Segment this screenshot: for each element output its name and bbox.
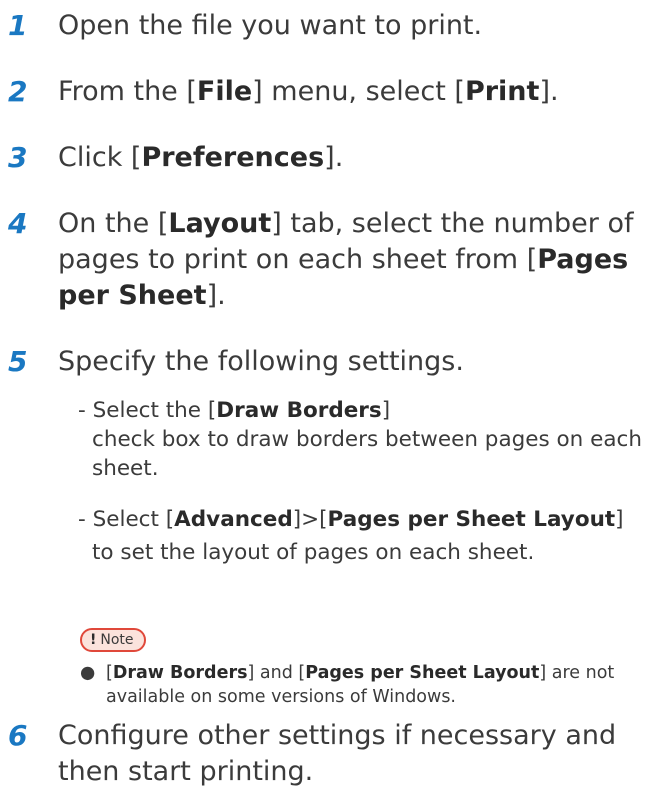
step-text-part: Click [: [58, 142, 142, 173]
substep-line: check box to draw borders between pages …: [92, 427, 642, 481]
step-number: 6: [8, 719, 28, 752]
step-text: Click [Preferences].: [58, 140, 664, 176]
substep-pages-per-sheet-layout: - Select [Advanced]>[Pages per Sheet Lay…: [78, 505, 668, 567]
step-text: Specify the following settings.: [58, 346, 464, 377]
step-text: Configure other settings if necessary an…: [58, 720, 617, 787]
note-text-part: [: [106, 663, 113, 683]
step-text-part: On the [: [58, 208, 169, 239]
setting-name-draw-borders: Draw Borders: [216, 398, 382, 423]
substep-text-part: ]: [615, 507, 624, 532]
step-text-part: ].: [324, 142, 344, 173]
step-text-part: ].: [539, 76, 559, 107]
step-number: 4: [8, 207, 28, 240]
setting-name-pages-per-sheet-layout: Pages per Sheet Layout: [327, 507, 616, 532]
substep-text-part: ]>[: [292, 507, 328, 532]
step-text-part: ] menu, select [: [252, 76, 465, 107]
substep-text-part: ]: [381, 398, 391, 423]
menu-name-file: File: [196, 76, 253, 107]
step-number: 1: [8, 9, 28, 42]
step-number: 5: [8, 345, 28, 378]
substep-text-part: - Select [: [78, 507, 175, 532]
note-text-part: ] and [: [247, 663, 306, 683]
menu-item-print: Print: [464, 76, 540, 107]
step-number: 3: [8, 141, 28, 174]
step-number: 2: [8, 75, 28, 108]
step-text: Open the file you want to print.: [58, 10, 483, 41]
note-text: [Draw Borders] and [Pages per Sheet Layo…: [106, 661, 666, 709]
step-text: From the [File] menu, select [Print].: [58, 74, 664, 110]
substep-line: - Select [Advanced]>[Pages per Sheet Lay…: [78, 505, 668, 534]
substep-line: to set the layout of pages on each sheet…: [92, 540, 535, 565]
bullet-icon: ●: [80, 663, 96, 683]
substep-draw-borders: - Select the [Draw Borders] check box to…: [78, 396, 668, 483]
step-text: On the [Layout] tab, select the number o…: [58, 206, 664, 314]
substep-text-part: - Select the [: [78, 398, 217, 423]
setting-name-advanced: Advanced: [174, 507, 293, 532]
substep-line: - Select the [Draw Borders]: [78, 396, 668, 425]
note-badge: ! Note: [80, 628, 146, 652]
setting-name-pages-per-sheet-layout: Pages per Sheet Layout: [305, 663, 540, 683]
note-label: Note: [100, 632, 134, 648]
step-text-part: From the [: [58, 76, 197, 107]
button-name-preferences: Preferences: [141, 142, 325, 173]
setting-name-draw-borders: Draw Borders: [112, 663, 248, 683]
exclamation-icon: !: [90, 632, 97, 648]
tab-name-layout: Layout: [168, 208, 272, 239]
step-text-part: ].: [206, 280, 226, 311]
